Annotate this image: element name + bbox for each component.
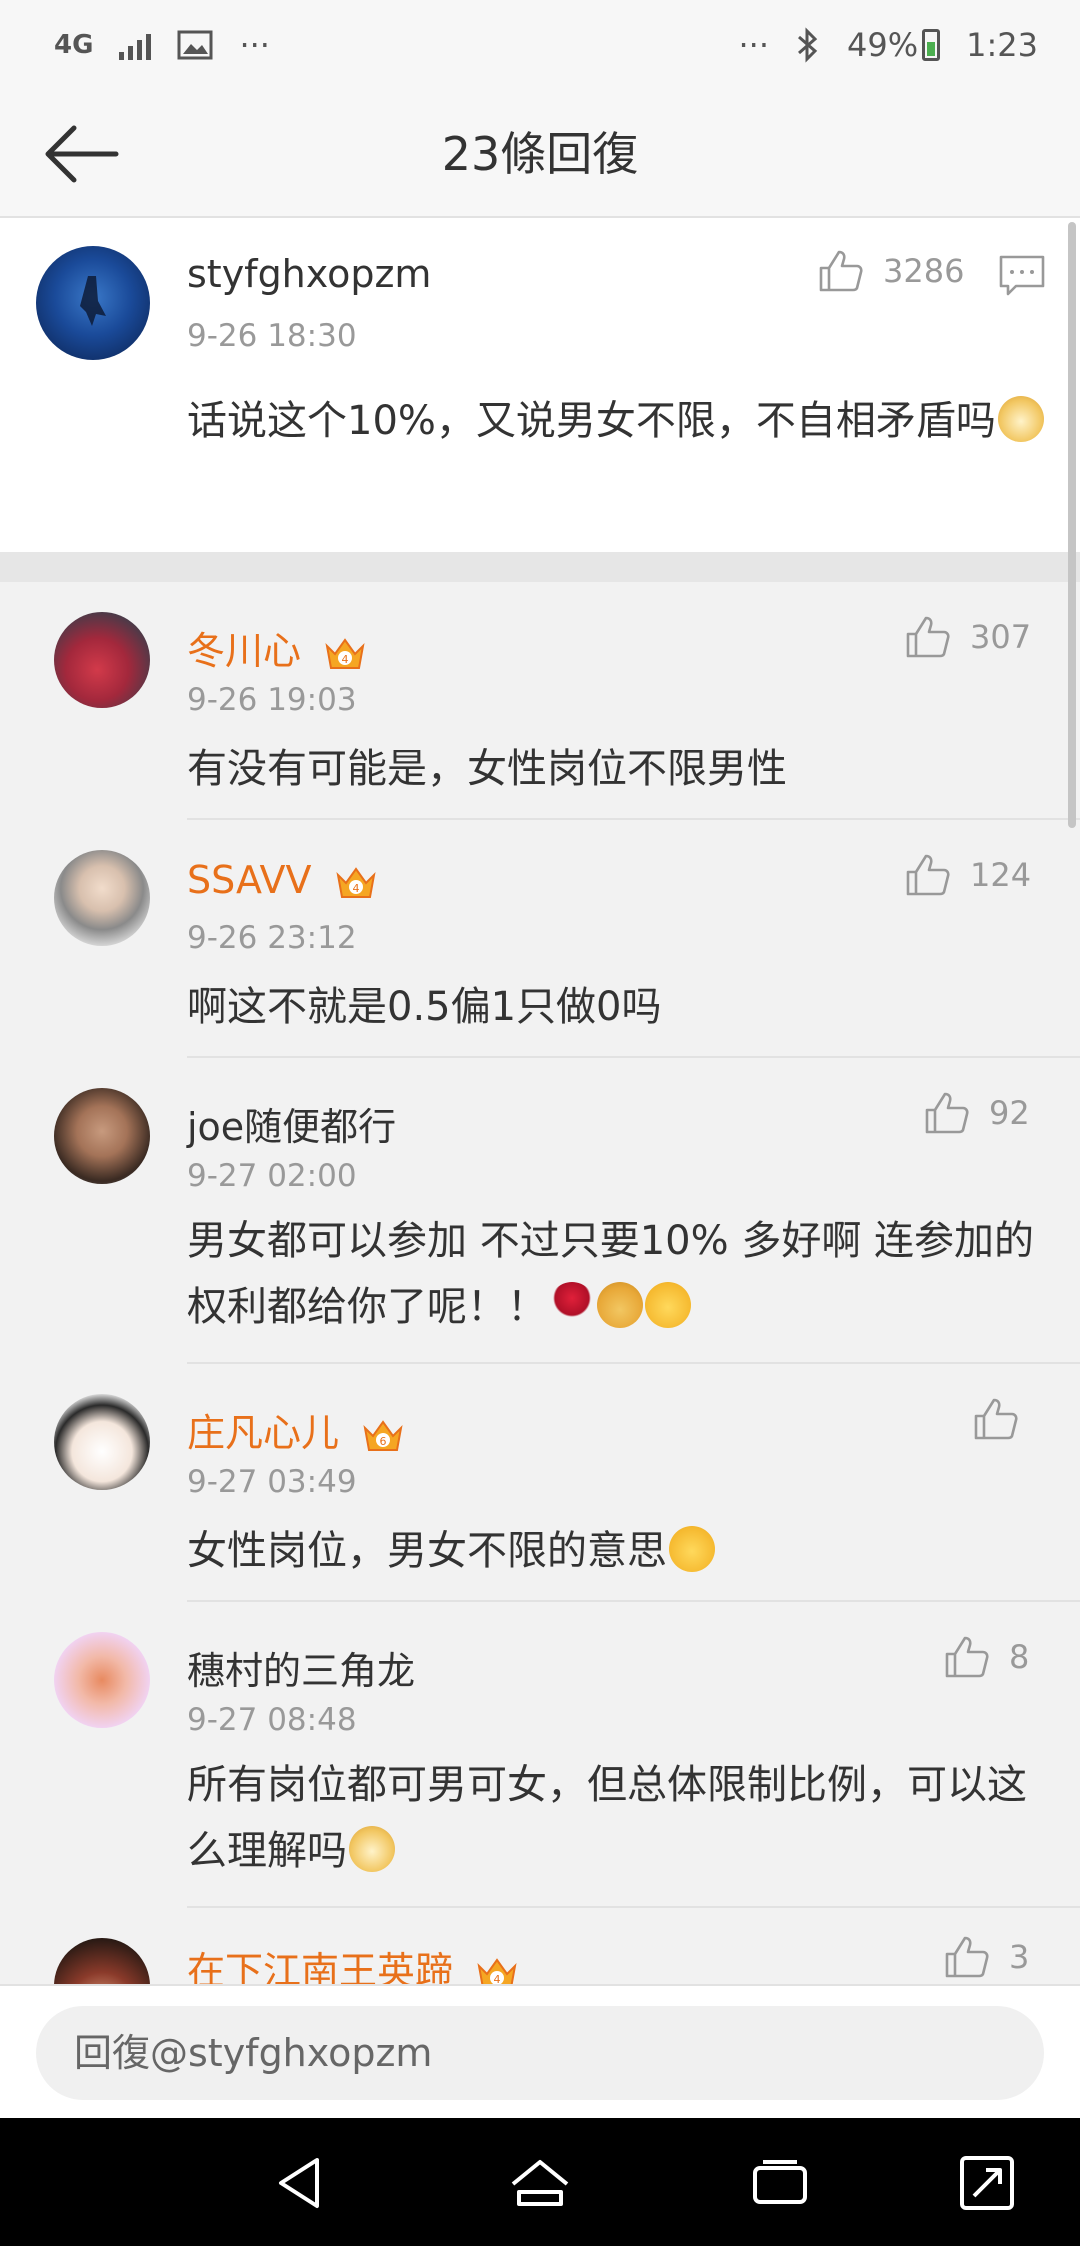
like-icon	[925, 1092, 969, 1134]
username[interactable]: joe随便都行	[187, 1096, 396, 1151]
like-icon	[945, 1936, 989, 1978]
header: 23條回復	[0, 90, 1080, 218]
nav-expand-icon[interactable]	[952, 2148, 1022, 2218]
nav-home-icon[interactable]	[505, 2148, 575, 2218]
timestamp: 9-26 19:03	[187, 682, 357, 718]
reply-text: 所有岗位都可男可女，但总体限制比例，可以这么理解吗	[187, 1762, 1027, 1874]
page-title: 23條回復	[441, 127, 639, 181]
like-button[interactable]: 124	[904, 852, 1031, 898]
username[interactable]: 庄凡心儿 6	[187, 1402, 405, 1457]
like-button[interactable]: 92	[923, 1090, 1030, 1136]
reply-input[interactable]	[36, 2006, 1044, 2100]
reply-item: 穗村的三角龙 9-27 08:48 8 所有岗位都可男可女，但总体限制比例，可以…	[0, 1602, 1080, 1908]
avatar[interactable]	[54, 1632, 150, 1728]
like-count: 8	[1009, 1638, 1030, 1676]
svg-text:6: 6	[380, 1435, 387, 1448]
like-icon	[906, 854, 950, 896]
like-button[interactable]: 3286	[817, 248, 964, 294]
comment-text: 话说这个10%，又说男女不限，不自相矛盾吗	[187, 388, 1047, 454]
battery-icon	[922, 29, 941, 61]
bluetooth-icon	[798, 27, 818, 63]
network-type: 4G	[54, 30, 94, 60]
section-divider	[0, 552, 1080, 582]
timestamp: 9-26 18:30	[187, 318, 357, 354]
clock: 1:23	[966, 26, 1038, 64]
status-right-overflow: ···	[738, 26, 770, 64]
svg-text:4: 4	[494, 1973, 501, 1985]
crown-icon: 4	[477, 1957, 517, 1985]
avatar[interactable]	[54, 1938, 150, 1984]
reply-list: 冬川心 4 9-26 19:03 307 有没有可能是，女性岗位不限男性 SSA…	[0, 582, 1080, 1984]
timestamp: 9-27 03:49	[187, 1464, 357, 1500]
like-count: 124	[970, 856, 1032, 894]
scrollbar[interactable]	[1068, 222, 1076, 828]
crown-icon: 4	[325, 637, 365, 669]
navigation-bar	[0, 2118, 1080, 2246]
status-overflow: ···	[239, 26, 270, 64]
reply-item: 在下江南王英蹄 4 3	[0, 1908, 1080, 1984]
like-count: 3286	[883, 252, 965, 290]
reply-text: 女性岗位，男女不限的意思	[187, 1518, 1047, 1584]
like-button[interactable]: 3	[943, 1934, 1029, 1980]
username[interactable]: 在下江南王英蹄 4	[187, 1940, 519, 1984]
main-comment: styfghxopzm 9-26 18:30 3286 话说这个10%，又说男女…	[0, 218, 1080, 552]
like-icon	[974, 1398, 1018, 1440]
status-right: ··· 49% 1:23	[739, 26, 1039, 64]
crown-icon: 6	[363, 1419, 403, 1451]
username[interactable]: SSAVV 4	[187, 858, 378, 903]
crown-icon: 4	[336, 866, 376, 898]
reply-text: 啊这不就是0.5偏1只做0吗	[187, 984, 662, 1030]
username[interactable]: 冬川心 4	[187, 620, 367, 675]
reply-text: 有没有可能是，女性岗位不限男性	[187, 746, 787, 792]
signal-icon	[119, 30, 152, 60]
svg-text:4: 4	[342, 653, 349, 666]
reply-item: joe随便都行 9-27 02:00 92 男女都可以参加 不过只要10% 多好…	[0, 1058, 1080, 1364]
nav-recents-icon[interactable]	[745, 2148, 815, 2218]
doge-emoji-icon	[349, 1826, 395, 1872]
nav-back-icon[interactable]	[265, 2148, 335, 2218]
timestamp: 9-27 08:48	[187, 1702, 357, 1738]
avatar[interactable]	[36, 246, 150, 360]
rose-emoji-icon	[549, 1282, 595, 1328]
username[interactable]: styfghxopzm	[187, 252, 431, 296]
reply-text: 男女都可以参加 不过只要10% 多好啊 连参加的权利都给你了呢！！	[187, 1218, 1035, 1330]
comment-icon[interactable]	[998, 254, 1046, 298]
like-count: 92	[989, 1094, 1030, 1132]
like-icon	[945, 1636, 989, 1678]
like-count: 3	[1009, 1938, 1030, 1976]
avatar[interactable]	[54, 1088, 150, 1184]
status-left: 4G ···	[54, 26, 270, 64]
like-icon	[906, 616, 950, 658]
smirk-emoji-icon	[645, 1282, 691, 1328]
timestamp: 9-27 02:00	[187, 1158, 357, 1194]
reply-item: SSAVV 4 9-26 23:12 124 啊这不就是0.5偏1只做0吗	[0, 820, 1080, 1058]
reply-input-bar	[0, 1984, 1080, 2118]
avatar[interactable]	[54, 1394, 150, 1490]
like-button[interactable]: 8	[943, 1634, 1029, 1680]
hammer-emoji-icon	[597, 1282, 643, 1328]
reply-item: 冬川心 4 9-26 19:03 307 有没有可能是，女性岗位不限男性	[0, 582, 1080, 820]
doge-emoji-icon	[997, 396, 1044, 442]
like-count: 307	[970, 618, 1032, 656]
like-button[interactable]: 307	[904, 614, 1031, 660]
like-icon	[819, 250, 863, 292]
avatar[interactable]	[54, 850, 150, 946]
image-notification-icon	[177, 30, 213, 60]
timestamp: 9-26 23:12	[187, 920, 357, 956]
avatar[interactable]	[54, 612, 150, 708]
svg-text:4: 4	[352, 882, 359, 895]
like-button[interactable]	[972, 1396, 1038, 1442]
username[interactable]: 穗村的三角龙	[187, 1640, 415, 1695]
reply-item: 庄凡心儿 6 9-27 03:49 女性岗位，男女不限的意思	[0, 1364, 1080, 1602]
battery-percent: 49%	[847, 26, 919, 64]
status-bar: 4G ··· ··· 49% 1:23	[0, 0, 1080, 90]
laugh-emoji-icon	[669, 1526, 715, 1572]
